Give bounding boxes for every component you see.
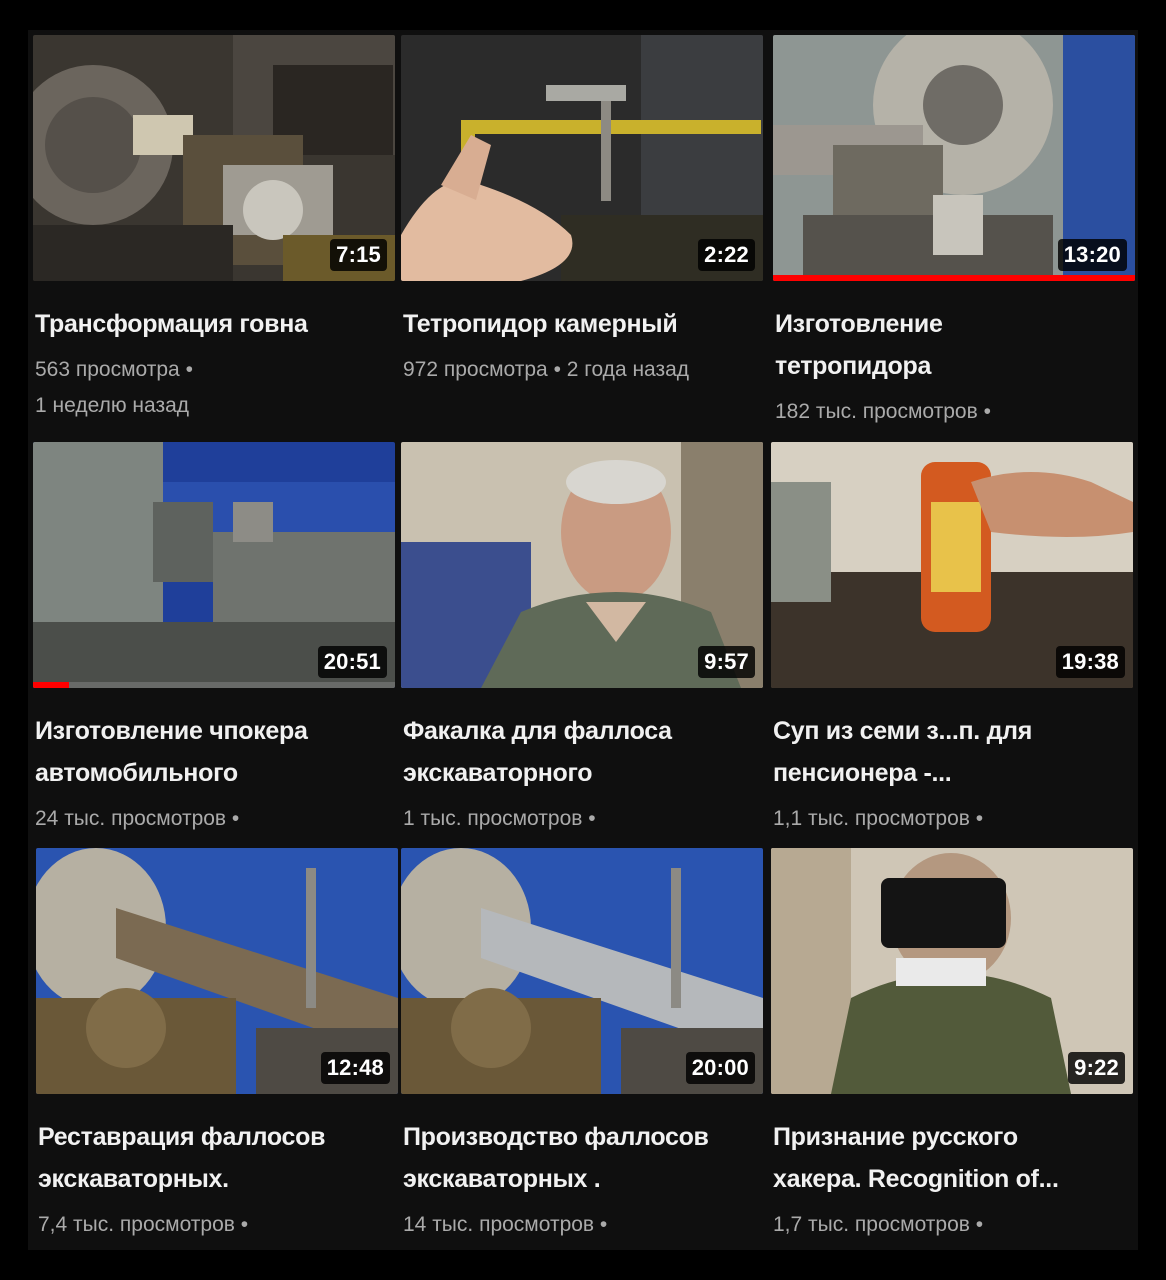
video-title[interactable]: Изготовление тетропидора xyxy=(775,303,1035,387)
video-thumbnail[interactable]: 13:20 xyxy=(773,35,1135,281)
video-meta: 14 тыс. просмотров • xyxy=(403,1206,763,1244)
video-title[interactable]: Тетропидор камерный xyxy=(403,303,763,345)
video-card[interactable]: 7:15 Трансформация говна 563 просмотра •… xyxy=(33,35,395,425)
view-count: 972 просмотра • 2 года назад xyxy=(403,358,690,381)
video-card[interactable]: 2:22 Тетропидор камерный 972 просмотра •… xyxy=(401,35,763,389)
video-meta: 182 тыс. просмотров • xyxy=(775,393,1135,431)
view-count: 1,7 тыс. просмотров • xyxy=(773,1213,984,1236)
video-card[interactable]: 20:51 Изготовление чпокера автомобильног… xyxy=(33,442,395,838)
video-meta: 1 тыс. просмотров • xyxy=(403,800,763,838)
video-duration: 2:22 xyxy=(698,239,755,271)
video-thumbnail[interactable]: 9:57 xyxy=(401,442,763,688)
video-duration: 20:00 xyxy=(685,1052,755,1084)
video-title[interactable]: Трансформация говна xyxy=(35,303,395,345)
video-meta: 1,7 тыс. просмотров • xyxy=(773,1206,1133,1244)
video-thumbnail[interactable]: 2:22 xyxy=(401,35,763,281)
view-count: 7,4 тыс. просмотров • xyxy=(38,1213,249,1236)
video-duration: 19:38 xyxy=(1055,646,1125,678)
video-meta: 972 просмотра • 2 года назад xyxy=(403,351,763,389)
watch-progress-fill xyxy=(773,275,1135,281)
video-title[interactable]: Суп из семи з...п. для пенсионера -... xyxy=(773,710,1073,794)
video-thumbnail[interactable]: 12:48 xyxy=(36,848,398,1094)
video-meta: 24 тыс. просмотров • xyxy=(35,800,395,838)
video-grid-panel: 7:15 Трансформация говна 563 просмотра •… xyxy=(28,30,1138,1250)
video-card[interactable]: 19:38 Суп из семи з...п. для пенсионера … xyxy=(771,442,1133,838)
video-card[interactable]: 9:22 Признание русского хакера. Recognit… xyxy=(771,848,1133,1244)
view-count: 1,1 тыс. просмотров • xyxy=(773,807,984,830)
video-title[interactable]: Факалка для фаллоса экскаваторного xyxy=(403,710,703,794)
video-title[interactable]: Признание русского хакера. Recognition o… xyxy=(773,1116,1083,1200)
video-meta: 563 просмотра • 1 неделю назад xyxy=(35,351,395,425)
view-count: 24 тыс. просмотров • xyxy=(35,807,240,830)
video-card[interactable]: 12:48 Реставрация фаллосов экскаваторных… xyxy=(36,848,398,1244)
video-thumbnail[interactable]: 20:51 xyxy=(33,442,395,688)
video-duration: 20:51 xyxy=(317,646,387,678)
video-duration: 9:57 xyxy=(698,646,755,678)
video-title[interactable]: Производство фаллосов экскаваторных . xyxy=(403,1116,713,1200)
video-meta: 1,1 тыс. просмотров • xyxy=(773,800,1133,838)
video-grid: 7:15 Трансформация говна 563 просмотра •… xyxy=(28,30,1138,1250)
video-duration: 7:15 xyxy=(330,239,387,271)
view-count: 14 тыс. просмотров • xyxy=(403,1213,608,1236)
video-card[interactable]: 13:20 Изготовление тетропидора 182 тыс. … xyxy=(773,35,1135,431)
video-duration: 12:48 xyxy=(320,1052,390,1084)
upload-date: 1 неделю назад xyxy=(35,394,190,417)
view-count: 563 просмотра • xyxy=(35,358,193,381)
video-thumbnail[interactable]: 20:00 xyxy=(401,848,763,1094)
video-thumbnail[interactable]: 19:38 xyxy=(771,442,1133,688)
video-duration: 13:20 xyxy=(1057,239,1127,271)
watch-progress-fill xyxy=(33,682,70,688)
video-title[interactable]: Реставрация фаллосов экскаваторных. xyxy=(38,1116,338,1200)
video-card[interactable]: 9:57 Факалка для фаллоса экскаваторного … xyxy=(401,442,763,838)
view-count: 182 тыс. просмотров • xyxy=(775,400,991,423)
view-count: 1 тыс. просмотров • xyxy=(403,807,596,830)
watch-progress-bar xyxy=(773,275,1135,281)
video-thumbnail[interactable]: 9:22 xyxy=(771,848,1133,1094)
video-card[interactable]: 20:00 Производство фаллосов экскаваторны… xyxy=(401,848,763,1244)
watch-progress-bar xyxy=(33,682,395,688)
video-thumbnail[interactable]: 7:15 xyxy=(33,35,395,281)
video-meta: 7,4 тыс. просмотров • xyxy=(38,1206,398,1244)
video-title[interactable]: Изготовление чпокера автомобильного xyxy=(35,710,335,794)
video-duration: 9:22 xyxy=(1068,1052,1125,1084)
